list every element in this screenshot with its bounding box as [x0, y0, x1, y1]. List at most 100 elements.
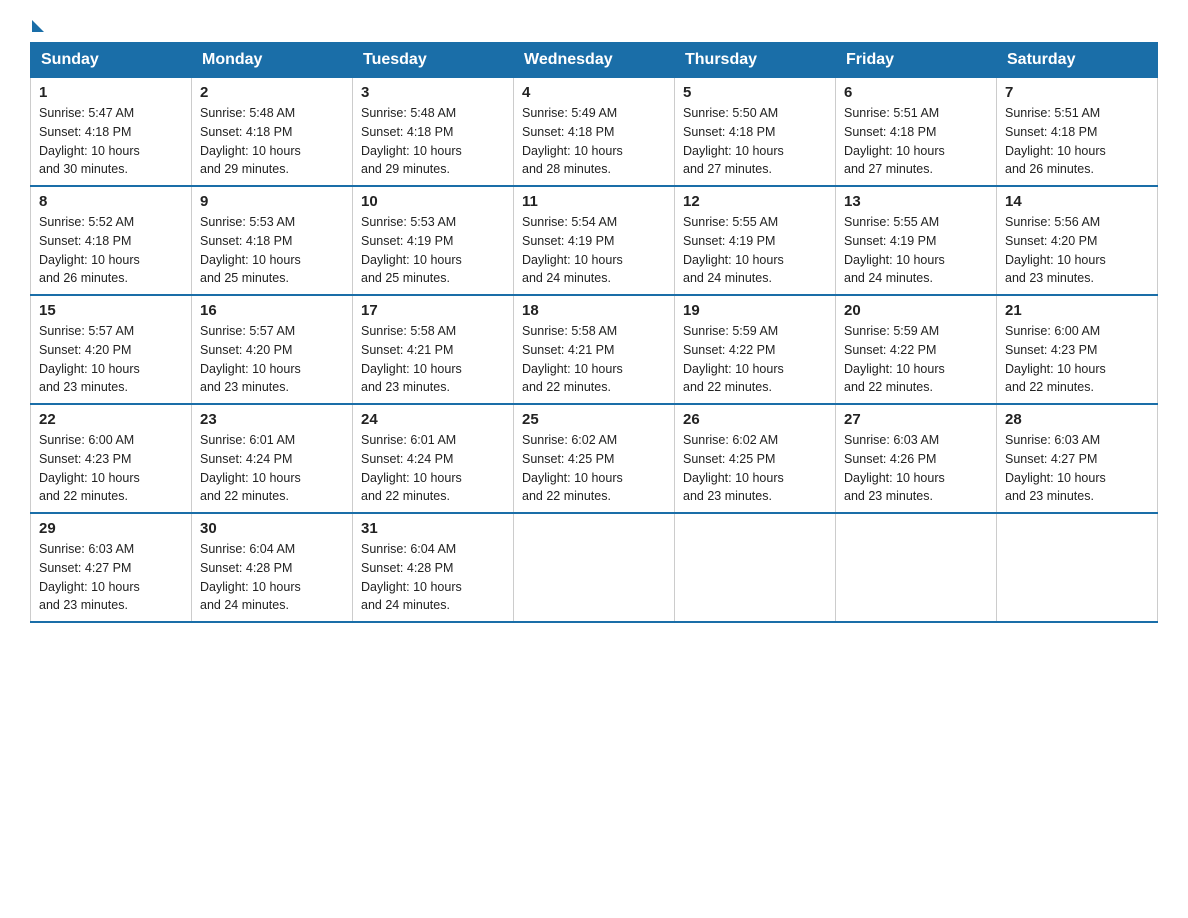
header-saturday: Saturday — [997, 43, 1158, 78]
day-info: Sunrise: 5:52 AMSunset: 4:18 PMDaylight:… — [39, 215, 140, 285]
calendar-cell: 26 Sunrise: 6:02 AMSunset: 4:25 PMDaylig… — [675, 404, 836, 513]
calendar-cell — [514, 513, 675, 622]
day-info: Sunrise: 6:04 AMSunset: 4:28 PMDaylight:… — [200, 542, 301, 612]
day-number: 26 — [683, 411, 827, 428]
day-info: Sunrise: 5:48 AMSunset: 4:18 PMDaylight:… — [361, 106, 462, 176]
day-info: Sunrise: 6:03 AMSunset: 4:27 PMDaylight:… — [1005, 433, 1106, 503]
calendar-cell — [836, 513, 997, 622]
day-number: 12 — [683, 193, 827, 210]
day-info: Sunrise: 5:57 AMSunset: 4:20 PMDaylight:… — [200, 324, 301, 394]
day-number: 8 — [39, 193, 183, 210]
day-number: 22 — [39, 411, 183, 428]
header-sunday: Sunday — [31, 43, 192, 78]
day-info: Sunrise: 5:53 AMSunset: 4:18 PMDaylight:… — [200, 215, 301, 285]
calendar-cell: 10 Sunrise: 5:53 AMSunset: 4:19 PMDaylig… — [353, 186, 514, 295]
day-number: 9 — [200, 193, 344, 210]
day-number: 29 — [39, 520, 183, 537]
calendar-cell: 23 Sunrise: 6:01 AMSunset: 4:24 PMDaylig… — [192, 404, 353, 513]
day-number: 28 — [1005, 411, 1149, 428]
calendar-cell: 13 Sunrise: 5:55 AMSunset: 4:19 PMDaylig… — [836, 186, 997, 295]
calendar-cell: 5 Sunrise: 5:50 AMSunset: 4:18 PMDayligh… — [675, 78, 836, 187]
day-info: Sunrise: 6:02 AMSunset: 4:25 PMDaylight:… — [683, 433, 784, 503]
day-info: Sunrise: 5:47 AMSunset: 4:18 PMDaylight:… — [39, 106, 140, 176]
calendar-cell — [997, 513, 1158, 622]
logo-triangle-icon — [32, 20, 44, 32]
calendar-cell: 22 Sunrise: 6:00 AMSunset: 4:23 PMDaylig… — [31, 404, 192, 513]
day-number: 17 — [361, 302, 505, 319]
calendar-cell: 18 Sunrise: 5:58 AMSunset: 4:21 PMDaylig… — [514, 295, 675, 404]
day-info: Sunrise: 5:55 AMSunset: 4:19 PMDaylight:… — [844, 215, 945, 285]
day-number: 27 — [844, 411, 988, 428]
calendar-cell: 29 Sunrise: 6:03 AMSunset: 4:27 PMDaylig… — [31, 513, 192, 622]
calendar-cell: 9 Sunrise: 5:53 AMSunset: 4:18 PMDayligh… — [192, 186, 353, 295]
calendar-cell: 19 Sunrise: 5:59 AMSunset: 4:22 PMDaylig… — [675, 295, 836, 404]
calendar-cell: 12 Sunrise: 5:55 AMSunset: 4:19 PMDaylig… — [675, 186, 836, 295]
day-number: 24 — [361, 411, 505, 428]
day-number: 21 — [1005, 302, 1149, 319]
day-number: 14 — [1005, 193, 1149, 210]
calendar-cell: 6 Sunrise: 5:51 AMSunset: 4:18 PMDayligh… — [836, 78, 997, 187]
calendar-week-row: 8 Sunrise: 5:52 AMSunset: 4:18 PMDayligh… — [31, 186, 1158, 295]
day-info: Sunrise: 6:00 AMSunset: 4:23 PMDaylight:… — [1005, 324, 1106, 394]
day-number: 5 — [683, 84, 827, 101]
header-monday: Monday — [192, 43, 353, 78]
day-number: 18 — [522, 302, 666, 319]
day-info: Sunrise: 6:03 AMSunset: 4:26 PMDaylight:… — [844, 433, 945, 503]
day-number: 11 — [522, 193, 666, 210]
header-wednesday: Wednesday — [514, 43, 675, 78]
day-info: Sunrise: 5:58 AMSunset: 4:21 PMDaylight:… — [361, 324, 462, 394]
day-info: Sunrise: 6:01 AMSunset: 4:24 PMDaylight:… — [361, 433, 462, 503]
day-number: 4 — [522, 84, 666, 101]
calendar-week-row: 22 Sunrise: 6:00 AMSunset: 4:23 PMDaylig… — [31, 404, 1158, 513]
day-info: Sunrise: 5:50 AMSunset: 4:18 PMDaylight:… — [683, 106, 784, 176]
calendar-cell — [675, 513, 836, 622]
day-number: 7 — [1005, 84, 1149, 101]
day-info: Sunrise: 6:01 AMSunset: 4:24 PMDaylight:… — [200, 433, 301, 503]
header-friday: Friday — [836, 43, 997, 78]
day-info: Sunrise: 5:51 AMSunset: 4:18 PMDaylight:… — [1005, 106, 1106, 176]
day-number: 16 — [200, 302, 344, 319]
calendar-table: SundayMondayTuesdayWednesdayThursdayFrid… — [30, 42, 1158, 623]
day-number: 1 — [39, 84, 183, 101]
day-info: Sunrise: 6:02 AMSunset: 4:25 PMDaylight:… — [522, 433, 623, 503]
day-number: 20 — [844, 302, 988, 319]
day-info: Sunrise: 5:55 AMSunset: 4:19 PMDaylight:… — [683, 215, 784, 285]
calendar-week-row: 15 Sunrise: 5:57 AMSunset: 4:20 PMDaylig… — [31, 295, 1158, 404]
day-number: 15 — [39, 302, 183, 319]
calendar-cell: 3 Sunrise: 5:48 AMSunset: 4:18 PMDayligh… — [353, 78, 514, 187]
day-number: 30 — [200, 520, 344, 537]
header-tuesday: Tuesday — [353, 43, 514, 78]
day-info: Sunrise: 5:49 AMSunset: 4:18 PMDaylight:… — [522, 106, 623, 176]
calendar-cell: 14 Sunrise: 5:56 AMSunset: 4:20 PMDaylig… — [997, 186, 1158, 295]
calendar-week-row: 29 Sunrise: 6:03 AMSunset: 4:27 PMDaylig… — [31, 513, 1158, 622]
day-info: Sunrise: 5:53 AMSunset: 4:19 PMDaylight:… — [361, 215, 462, 285]
logo — [30, 20, 46, 32]
day-info: Sunrise: 6:00 AMSunset: 4:23 PMDaylight:… — [39, 433, 140, 503]
day-number: 31 — [361, 520, 505, 537]
calendar-cell: 25 Sunrise: 6:02 AMSunset: 4:25 PMDaylig… — [514, 404, 675, 513]
calendar-cell: 4 Sunrise: 5:49 AMSunset: 4:18 PMDayligh… — [514, 78, 675, 187]
calendar-cell: 30 Sunrise: 6:04 AMSunset: 4:28 PMDaylig… — [192, 513, 353, 622]
day-info: Sunrise: 6:04 AMSunset: 4:28 PMDaylight:… — [361, 542, 462, 612]
page-header — [30, 20, 1158, 32]
calendar-cell: 24 Sunrise: 6:01 AMSunset: 4:24 PMDaylig… — [353, 404, 514, 513]
calendar-cell: 8 Sunrise: 5:52 AMSunset: 4:18 PMDayligh… — [31, 186, 192, 295]
calendar-cell: 28 Sunrise: 6:03 AMSunset: 4:27 PMDaylig… — [997, 404, 1158, 513]
day-info: Sunrise: 5:51 AMSunset: 4:18 PMDaylight:… — [844, 106, 945, 176]
day-info: Sunrise: 5:48 AMSunset: 4:18 PMDaylight:… — [200, 106, 301, 176]
calendar-cell: 7 Sunrise: 5:51 AMSunset: 4:18 PMDayligh… — [997, 78, 1158, 187]
day-info: Sunrise: 5:59 AMSunset: 4:22 PMDaylight:… — [844, 324, 945, 394]
day-info: Sunrise: 5:56 AMSunset: 4:20 PMDaylight:… — [1005, 215, 1106, 285]
calendar-cell: 15 Sunrise: 5:57 AMSunset: 4:20 PMDaylig… — [31, 295, 192, 404]
calendar-cell: 31 Sunrise: 6:04 AMSunset: 4:28 PMDaylig… — [353, 513, 514, 622]
calendar-cell: 16 Sunrise: 5:57 AMSunset: 4:20 PMDaylig… — [192, 295, 353, 404]
day-number: 10 — [361, 193, 505, 210]
day-info: Sunrise: 5:59 AMSunset: 4:22 PMDaylight:… — [683, 324, 784, 394]
calendar-cell: 1 Sunrise: 5:47 AMSunset: 4:18 PMDayligh… — [31, 78, 192, 187]
calendar-cell: 2 Sunrise: 5:48 AMSunset: 4:18 PMDayligh… — [192, 78, 353, 187]
day-info: Sunrise: 5:54 AMSunset: 4:19 PMDaylight:… — [522, 215, 623, 285]
header-thursday: Thursday — [675, 43, 836, 78]
calendar-header-row: SundayMondayTuesdayWednesdayThursdayFrid… — [31, 43, 1158, 78]
day-number: 3 — [361, 84, 505, 101]
day-number: 6 — [844, 84, 988, 101]
